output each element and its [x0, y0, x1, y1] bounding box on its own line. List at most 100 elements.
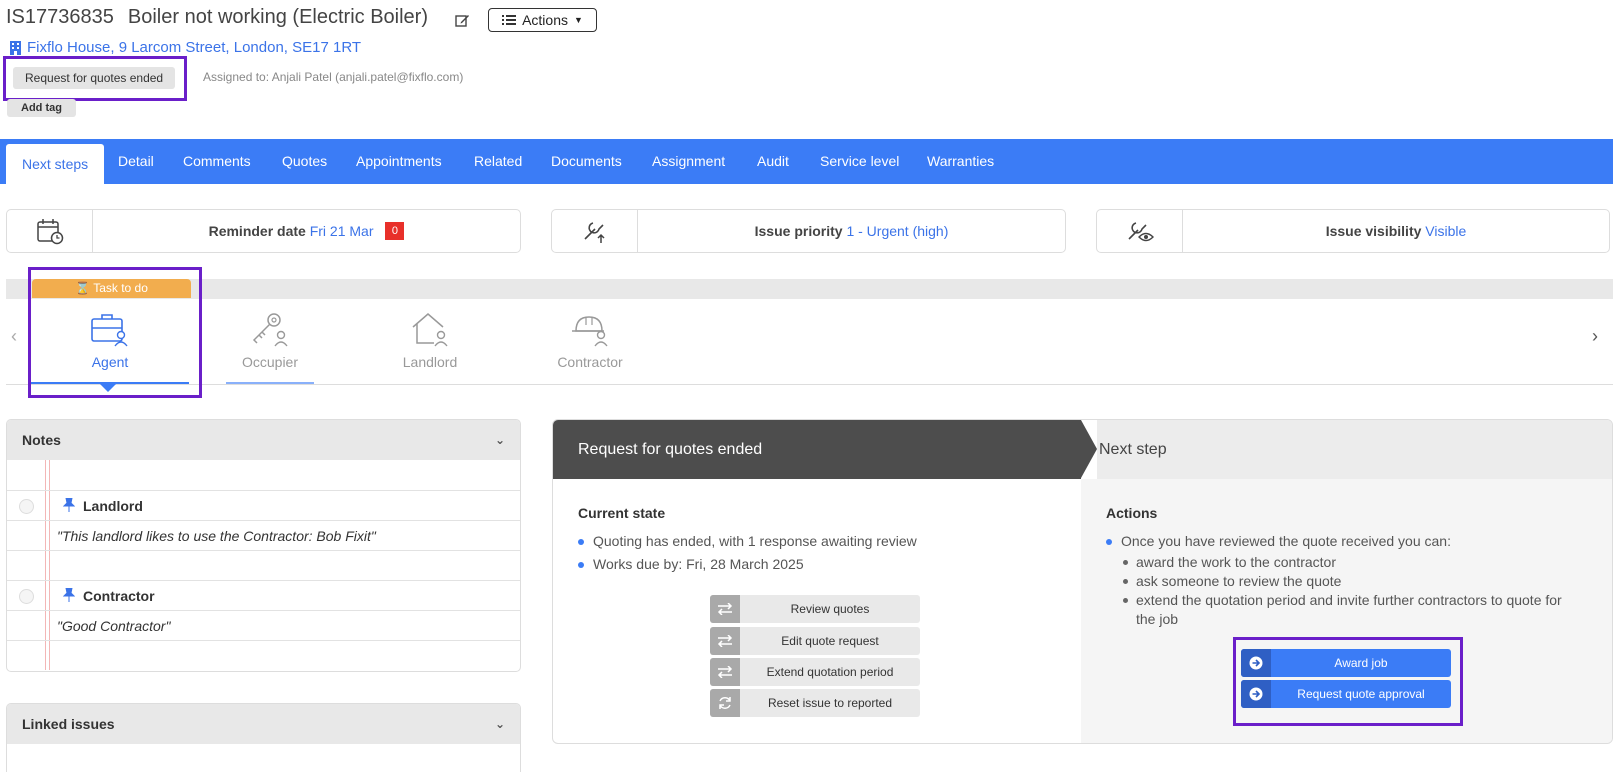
- stakeholder-landlord-label: Landlord: [402, 354, 458, 370]
- linked-issues-header[interactable]: Linked issues ⌄: [7, 704, 520, 744]
- tab-bar: Next steps Detail Comments Quotes Appoin…: [0, 139, 1613, 184]
- note-select-radio[interactable]: [19, 499, 34, 514]
- next-step-header: Next step: [1097, 420, 1612, 479]
- swap-icon: [710, 627, 740, 655]
- assigned-to: Assigned to: Anjali Patel (anjali.patel@…: [203, 70, 464, 84]
- current-state-item: Works due by: Fri, 28 March 2025: [578, 556, 804, 572]
- stakeholder-occupier[interactable]: Occupier: [210, 311, 330, 370]
- review-quotes-button[interactable]: Review quotes: [710, 595, 920, 623]
- tab-assignment[interactable]: Assignment: [652, 139, 725, 184]
- pin-icon: [63, 588, 75, 602]
- note-row-landlord: Landlord: [7, 490, 520, 520]
- actions-intro: Once you have reviewed the quote receive…: [1106, 533, 1451, 549]
- hardhat-person-icon: [572, 316, 608, 347]
- state-title: Request for quotes ended: [553, 420, 1081, 479]
- list-item: [7, 460, 520, 490]
- address-text: Fixflo House, 9 Larcom Street, London, S…: [27, 39, 362, 56]
- chevron-left-icon[interactable]: ‹: [11, 326, 17, 347]
- linked-issues-title: Linked issues: [22, 716, 115, 732]
- reminder-label: Reminder date: [208, 223, 306, 239]
- highlight-box-agent: [28, 267, 202, 398]
- next-step-title: Next step: [1099, 441, 1167, 458]
- stakeholder-strip-header: [6, 279, 1613, 299]
- house-person-icon: [412, 313, 448, 347]
- key-person-icon: [252, 313, 288, 347]
- linked-issues-panel: Linked issues ⌄: [6, 703, 521, 772]
- action-option: extend the quotation period and invite f…: [1121, 591, 1562, 610]
- note-select-radio[interactable]: [19, 589, 34, 604]
- tab-quotes[interactable]: Quotes: [282, 139, 327, 184]
- note-row-contractor: Contractor: [7, 580, 520, 610]
- stakeholder-contractor[interactable]: Contractor: [530, 311, 650, 370]
- chevron-down-icon: ⌄: [494, 717, 505, 731]
- stakeholder-occupier-label: Occupier: [241, 354, 299, 370]
- action-option-cont: the job: [1136, 611, 1179, 627]
- visibility-card[interactable]: Issue visibility Visible: [1096, 209, 1610, 253]
- issue-title: IS17736835 Boiler not working (Electric …: [6, 6, 428, 29]
- tab-warranties[interactable]: Warranties: [927, 139, 994, 184]
- actions-button[interactable]: Actions ▼: [488, 8, 597, 32]
- extend-quotation-period-button[interactable]: Extend quotation period: [710, 658, 920, 686]
- tab-detail[interactable]: Detail: [118, 139, 154, 184]
- swap-icon: [710, 658, 740, 686]
- stakeholder-landlord[interactable]: Landlord: [370, 311, 490, 370]
- occupier-underline: [226, 382, 314, 384]
- list-icon: [502, 15, 517, 25]
- notes-header[interactable]: Notes ⌄: [7, 420, 520, 460]
- tab-related[interactable]: Related: [474, 139, 522, 184]
- edit-quote-request-button[interactable]: Edit quote request: [710, 627, 920, 655]
- tab-appointments[interactable]: Appointments: [356, 139, 442, 184]
- list-item: [7, 640, 520, 670]
- actions-label: Actions: [522, 12, 568, 28]
- caret-down-icon: ▼: [574, 15, 583, 25]
- refresh-icon: [710, 689, 740, 717]
- chevron-down-icon: ⌄: [494, 433, 505, 447]
- note-author: Landlord: [83, 498, 143, 514]
- reminder-card[interactable]: Reminder date Fri 21 Mar 0: [6, 209, 521, 253]
- visibility-label: Issue visibility: [1325, 223, 1422, 239]
- reset-issue-button[interactable]: Reset issue to reported: [710, 689, 920, 717]
- reset-issue-label: Reset issue to reported: [767, 696, 893, 710]
- extend-quotation-period-label: Extend quotation period: [766, 665, 894, 679]
- issue-name: Boiler not working (Electric Boiler): [127, 6, 428, 28]
- visibility-value: Visible: [1425, 223, 1467, 239]
- tab-service-level[interactable]: Service level: [820, 139, 899, 184]
- tab-audit[interactable]: Audit: [757, 139, 789, 184]
- reminder-count-badge: 0: [385, 222, 405, 240]
- building-icon: [10, 40, 21, 55]
- tab-documents[interactable]: Documents: [551, 139, 622, 184]
- priority-card[interactable]: Issue priority 1 - Urgent (high): [551, 209, 1066, 253]
- action-option: ask someone to review the quote: [1121, 572, 1341, 591]
- note-text: "This landlord likes to use the Contract…: [57, 528, 376, 544]
- edit-icon[interactable]: [454, 12, 470, 28]
- list-item: [7, 550, 520, 580]
- wrench-up-icon: [583, 222, 605, 243]
- action-option: award the work to the contractor: [1121, 553, 1336, 572]
- tab-comments[interactable]: Comments: [183, 139, 251, 184]
- add-tag-button[interactable]: Add tag: [7, 99, 76, 117]
- stakeholder-contractor-label: Contractor: [557, 354, 623, 370]
- priority-label: Issue priority: [754, 223, 843, 239]
- tab-next-steps[interactable]: Next steps: [6, 144, 105, 184]
- property-address-link[interactable]: Fixflo House, 9 Larcom Street, London, S…: [10, 39, 361, 56]
- current-state-heading: Current state: [578, 505, 666, 521]
- highlight-box-status: [3, 56, 187, 101]
- note-text: "Good Contractor": [57, 618, 171, 634]
- reminder-value: Fri 21 Mar: [309, 223, 374, 239]
- state-arrow: [1081, 420, 1097, 478]
- swap-icon: [710, 595, 740, 623]
- calendar-clock-icon: [36, 219, 63, 245]
- chevron-right-icon[interactable]: ›: [1592, 326, 1598, 347]
- actions-heading: Actions: [1106, 505, 1158, 521]
- priority-value: 1 - Urgent (high): [846, 223, 949, 239]
- pin-icon: [63, 498, 75, 512]
- review-quotes-label: Review quotes: [790, 602, 870, 616]
- note-author: Contractor: [83, 588, 155, 604]
- note-text-row: "Good Contractor": [7, 610, 520, 640]
- edit-quote-request-label: Edit quote request: [781, 634, 879, 648]
- note-text-row: "This landlord likes to use the Contract…: [7, 520, 520, 550]
- issue-ref: IS17736835: [6, 6, 114, 28]
- notes-panel: Notes ⌄ Landlord "This landlord likes to…: [6, 419, 521, 672]
- highlight-box-actions: [1233, 637, 1463, 726]
- notes-title: Notes: [22, 432, 61, 448]
